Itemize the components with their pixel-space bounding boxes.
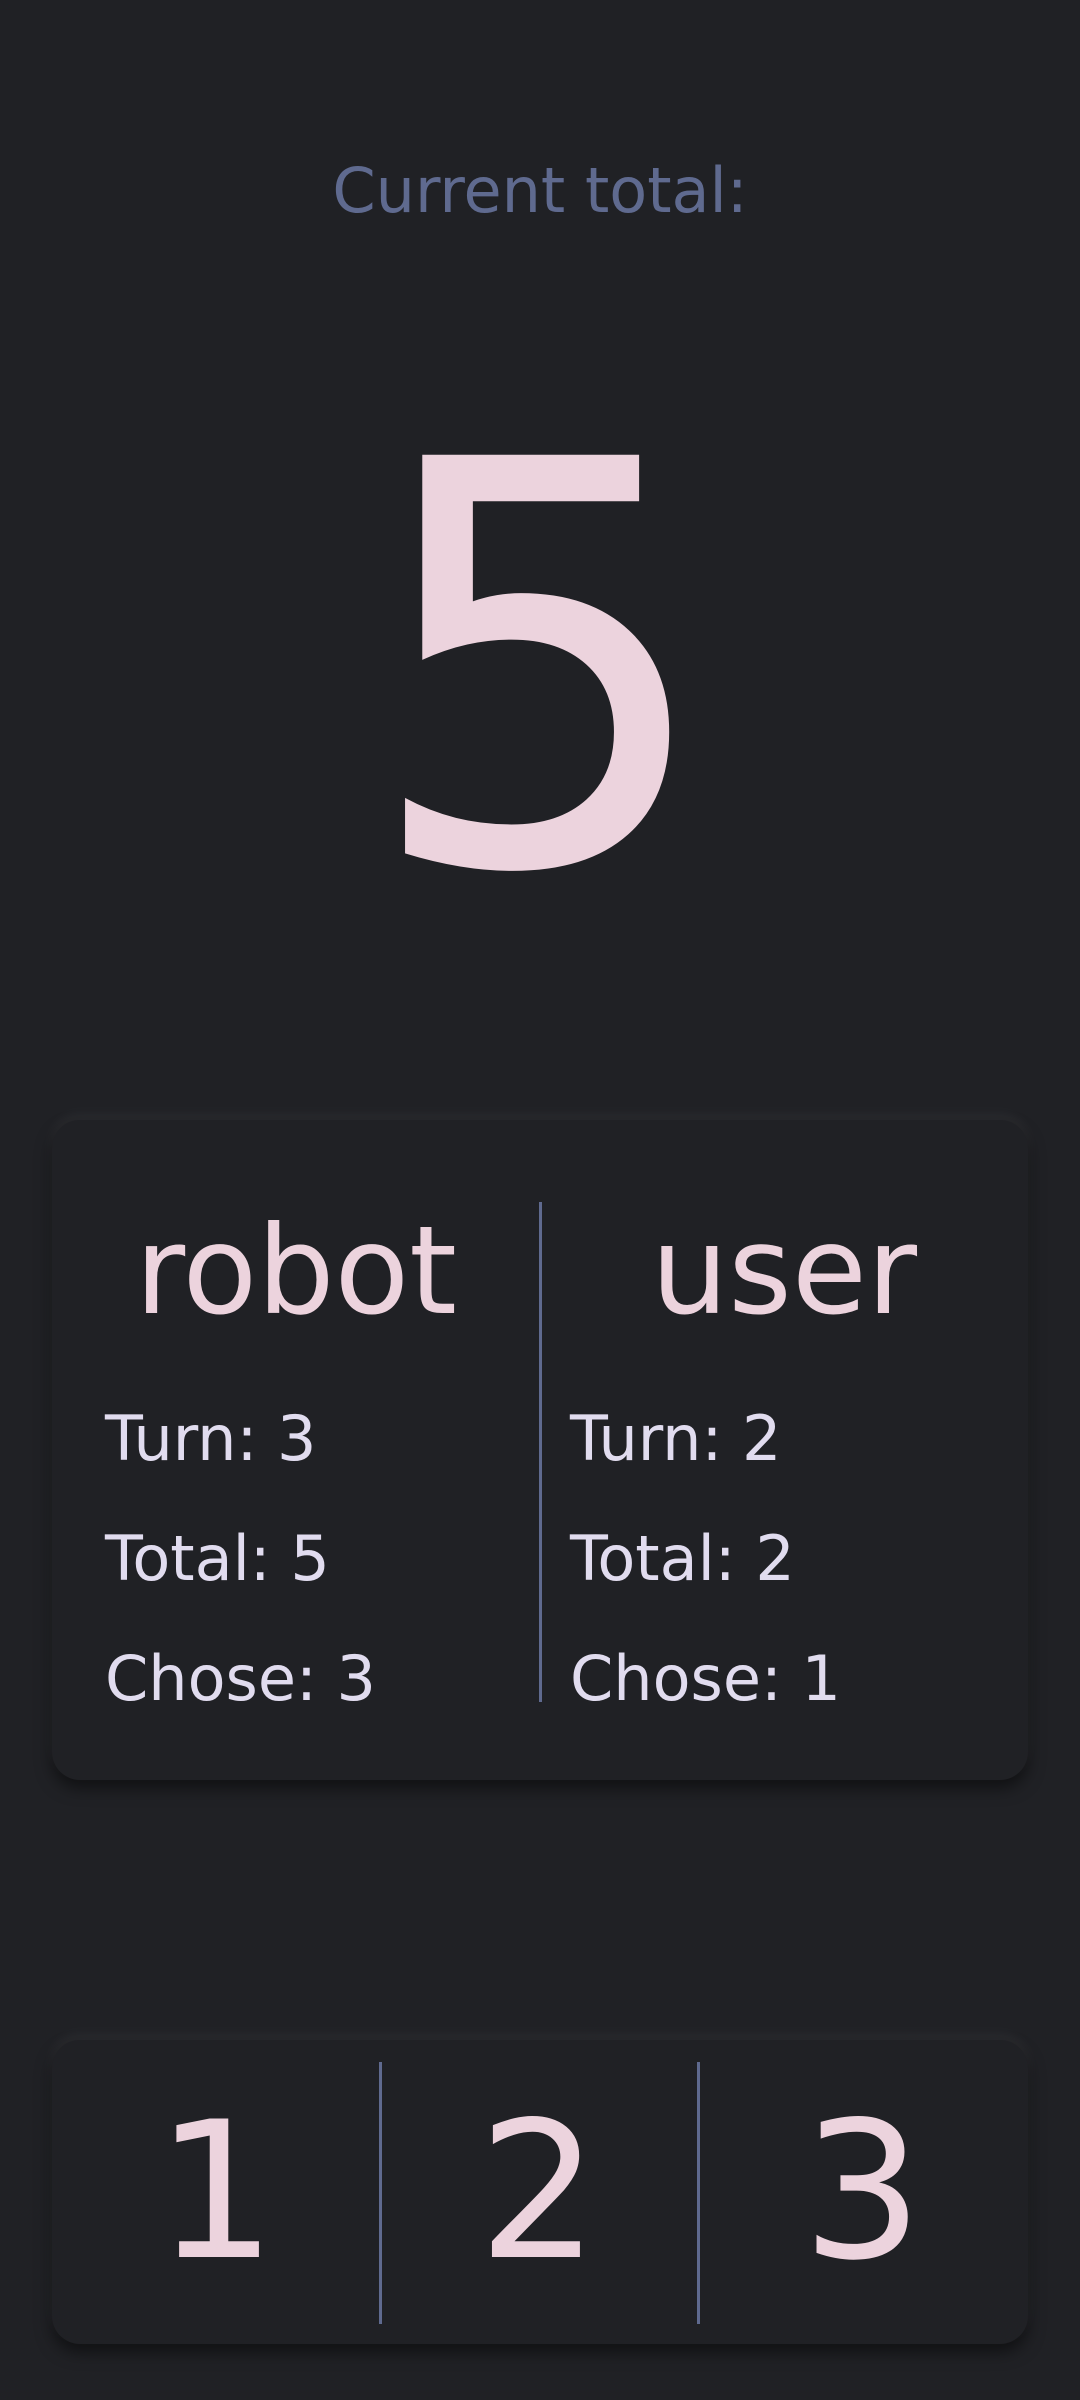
choice-button-bar: 1 2 3 xyxy=(52,2040,1028,2344)
robot-column: robot Turn: 3 Total: 5 Chose: 3 xyxy=(52,1120,540,1780)
user-column: user Turn: 2 Total: 2 Chose: 1 xyxy=(540,1120,1028,1780)
choose-1-button[interactable]: 1 xyxy=(52,2040,380,2344)
players-stats-card: robot Turn: 3 Total: 5 Chose: 3 user Tur… xyxy=(52,1120,1028,1780)
current-total-value: 5 xyxy=(361,344,719,996)
robot-chose: Chose: 3 xyxy=(105,1642,377,1715)
robot-total: Total: 5 xyxy=(105,1522,330,1595)
robot-name: robot xyxy=(134,1200,458,1342)
user-name: user xyxy=(650,1200,918,1342)
user-turn: Turn: 2 xyxy=(570,1402,782,1475)
choose-3-button[interactable]: 3 xyxy=(697,2040,1028,2344)
user-total: Total: 2 xyxy=(570,1522,795,1595)
robot-turn: Turn: 3 xyxy=(105,1402,317,1475)
game-screen: Current total: 5 robot Turn: 3 Total: 5 … xyxy=(0,0,1080,2400)
choose-2-button[interactable]: 2 xyxy=(380,2040,697,2344)
user-chose: Chose: 1 xyxy=(570,1642,842,1715)
current-total-label: Current total: xyxy=(332,154,748,227)
